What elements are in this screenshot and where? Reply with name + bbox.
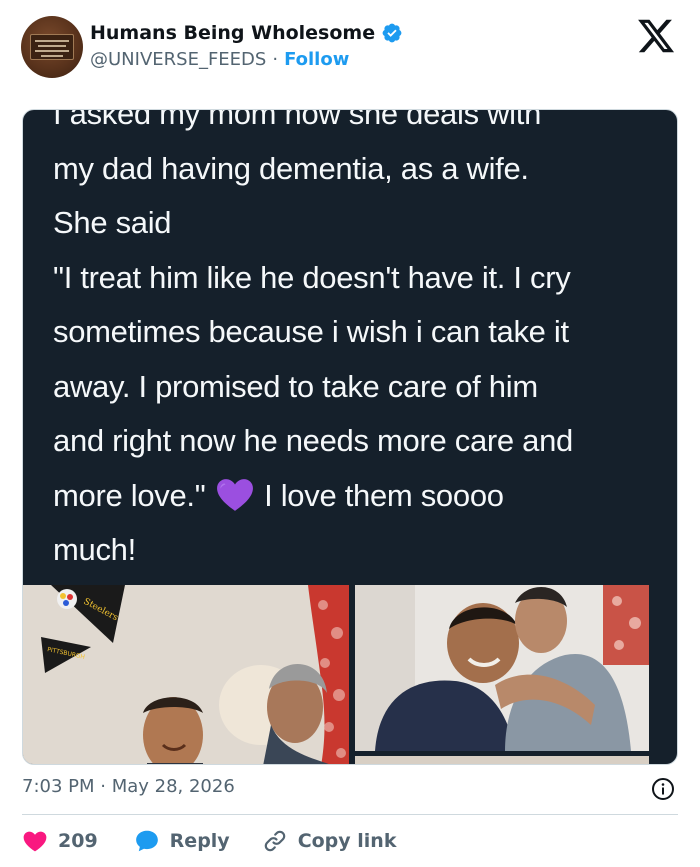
text-line: much! xyxy=(53,532,136,567)
separator-dot: · xyxy=(272,49,279,70)
footer-divider xyxy=(22,814,678,815)
like-button[interactable]: 209 xyxy=(22,828,98,854)
text-line-with-emoji: more love." I love them soooo xyxy=(53,469,663,524)
avatar[interactable] xyxy=(21,16,83,78)
text-line: She said xyxy=(53,205,172,240)
text-line: sometimes because i wish i can take it xyxy=(53,314,569,349)
x-logo-icon[interactable] xyxy=(636,16,676,56)
link-icon xyxy=(264,830,285,852)
heart-icon xyxy=(23,831,47,852)
text-line: my dad having dementia, as a wife. xyxy=(53,150,529,186)
photo-strip xyxy=(355,756,649,764)
action-bar: 209 Reply Copy link xyxy=(22,826,396,856)
follow-button[interactable]: Follow xyxy=(284,49,349,70)
photo-couple-hug-graphic xyxy=(355,585,649,751)
text-line: away. I promised to take care of him xyxy=(53,368,538,404)
embedded-tweet-text: I asked my mom how she deals with my dad… xyxy=(53,109,663,578)
photo-couple-in-bed-graphic: Steelers PITTSBURGH xyxy=(23,585,349,764)
text-fragment: I love them soooo xyxy=(264,477,504,513)
like-count: 209 xyxy=(58,830,98,852)
verified-badge-icon xyxy=(382,23,402,43)
tweet-header: Humans Being Wholesome @UNIVERSE_FEEDS ·… xyxy=(0,0,700,100)
copy-link-label: Copy link xyxy=(297,830,397,852)
tweet-media-screenshot[interactable]: I asked my mom how she deals with my dad… xyxy=(22,109,678,765)
name-row: Humans Being Wholesome xyxy=(90,22,403,44)
text-line: and right now he needs more care and xyxy=(53,423,573,458)
display-name[interactable]: Humans Being Wholesome xyxy=(90,22,375,44)
tweet-timestamp[interactable]: 7:03 PM · May 28, 2026 xyxy=(22,776,235,797)
reply-label: Reply xyxy=(169,830,230,852)
purple-heart-icon xyxy=(216,478,253,511)
handle-row: @UNIVERSE_FEEDS · Follow xyxy=(90,49,349,70)
avatar-plaque-graphic xyxy=(30,34,74,60)
handle[interactable]: @UNIVERSE_FEEDS xyxy=(90,49,266,70)
text-line: I asked my mom how she deals with xyxy=(53,109,542,131)
photo-couple-hug[interactable] xyxy=(355,585,649,751)
text-line: "I treat him like he doesn't have it. I … xyxy=(53,259,571,295)
reply-button[interactable]: Reply xyxy=(134,828,230,854)
photo-couple-in-bed[interactable]: Steelers PITTSBURGH xyxy=(23,585,349,764)
info-icon[interactable] xyxy=(651,777,675,801)
copy-link-button[interactable]: Copy link xyxy=(262,828,397,854)
reply-bubble-icon xyxy=(135,830,158,852)
text-fragment: more love." xyxy=(53,477,206,513)
